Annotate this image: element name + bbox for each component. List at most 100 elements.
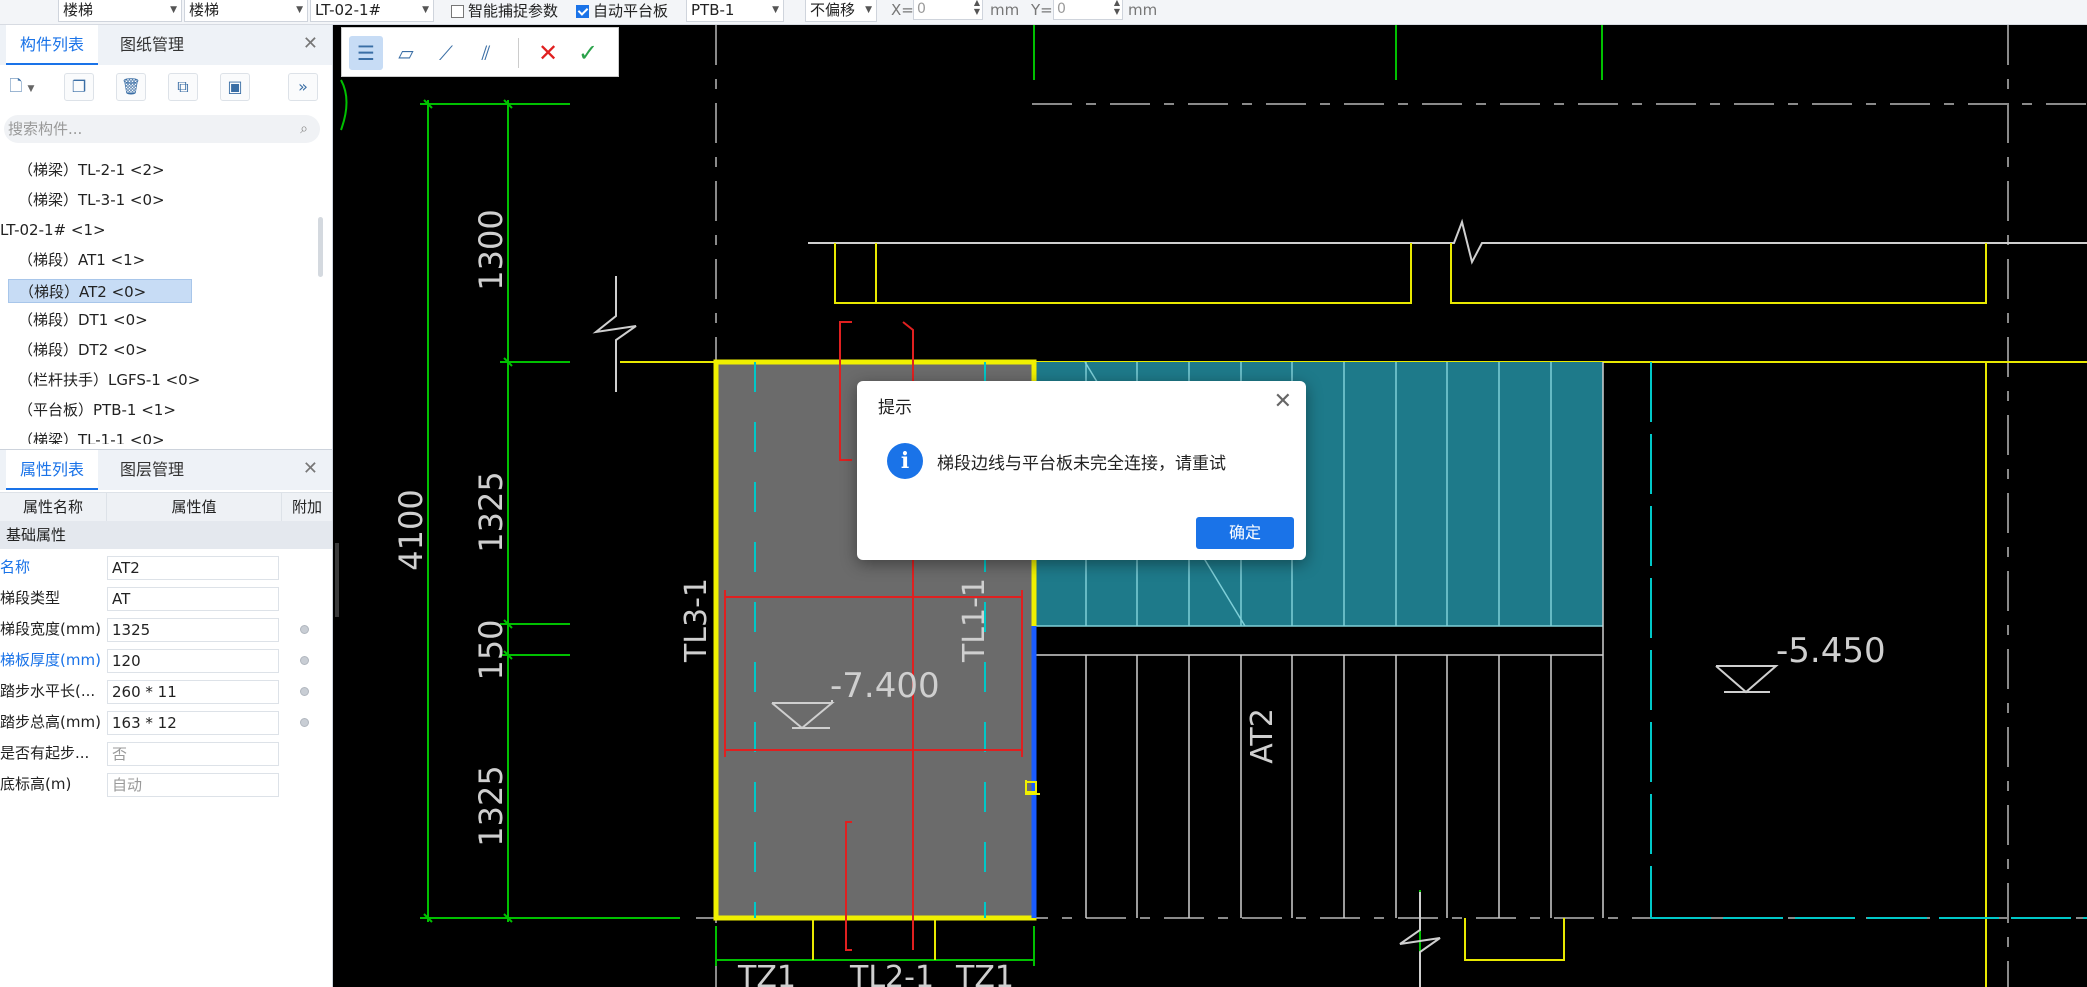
attach-dot-icon[interactable] <box>300 718 309 727</box>
property-value-input[interactable]: AT <box>107 587 279 611</box>
dialog-close-icon[interactable]: ✕ <box>1274 389 1292 414</box>
property-group-basic[interactable]: 基础属性 <box>0 521 332 549</box>
alert-dialog: 提示 ✕ i 梯段边线与平台板未完全连接，请重试 确定 <box>857 381 1306 560</box>
property-value-input[interactable]: 否 <box>107 742 279 766</box>
chevron-down-icon: ▼ <box>865 5 872 15</box>
tab-layer-management[interactable]: 图层管理 <box>106 450 198 490</box>
tree-item[interactable]: （梯段）DT1 <0> <box>18 308 148 332</box>
tree-item[interactable]: （梯梁）TL-2-1 <2> <box>18 158 165 182</box>
attach-dot-icon[interactable] <box>300 687 309 696</box>
dim-text-1325-b: 1325 <box>472 765 510 846</box>
property-name: 底标高(m) <box>0 775 72 793</box>
property-name: 名称 <box>0 558 31 576</box>
combo-value: PTB-1 <box>691 1 735 19</box>
attach-dot-icon[interactable] <box>300 625 309 634</box>
stair-icon: ☰ <box>357 41 375 65</box>
tab-property-list[interactable]: 属性列表 <box>6 450 98 490</box>
auto-platform-checkbox[interactable]: 自动平台板 <box>576 1 668 21</box>
label-tl2-1: TL2-1 <box>849 960 934 987</box>
property-value-input[interactable]: AT2 <box>107 556 279 580</box>
tree-item-selected[interactable]: （梯段）AT2 <0> <box>8 279 192 303</box>
close-icon[interactable]: ✕ <box>303 33 318 54</box>
y-input[interactable]: 0 ▲ ▼ <box>1053 0 1123 20</box>
property-value-input[interactable]: 1325 <box>107 618 279 642</box>
dim-text-1325-a: 1325 <box>472 471 510 552</box>
property-value-input[interactable]: 260 * 11 <box>107 680 279 704</box>
info-icon: i <box>887 443 923 479</box>
label-tl3-1: TL3-1 <box>679 578 714 663</box>
property-value-input[interactable]: 自动 <box>107 773 279 797</box>
more-icon: » <box>298 77 308 96</box>
confirm-draw-button[interactable]: ✓ <box>571 36 605 70</box>
new-component-button[interactable]: 🗋 ▼ <box>0 73 44 101</box>
header-property-value: 属性值 <box>107 493 282 521</box>
search-icon: ⌕ <box>300 121 308 137</box>
dialog-ok-button[interactable]: 确定 <box>1196 517 1294 549</box>
component-type-combo[interactable]: 楼梯 ▼ <box>58 0 182 22</box>
attach-dot-icon[interactable] <box>300 656 309 665</box>
close-icon[interactable]: ✕ <box>303 458 318 479</box>
tree-item[interactable]: （平台板）PTB-1 <1> <box>18 398 176 422</box>
label-at2: AT2 <box>1245 708 1280 764</box>
auto-platform-label: 自动平台板 <box>593 2 669 20</box>
filter-component-button[interactable]: ▣ <box>220 73 250 101</box>
y-label: Y= <box>1031 1 1053 19</box>
x-input[interactable]: 0 ▲ ▼ <box>913 0 983 20</box>
draw-beam-button[interactable]: ▱ <box>389 36 423 70</box>
platform-combo[interactable]: PTB-1 ▼ <box>686 0 784 22</box>
tree-item[interactable]: （梯梁）TL-1-1 <0> <box>18 428 165 444</box>
copy-component-button[interactable]: ❐ <box>64 73 94 101</box>
label-tz1-a: TZ1 <box>737 960 796 987</box>
x-unit: mm <box>990 1 1020 19</box>
property-row: 梯段宽度(mm) 1325 <box>0 614 332 645</box>
property-name: 梯段宽度(mm) <box>0 620 101 638</box>
new-file-icon: 🗋 <box>9 76 23 95</box>
tab-component-list[interactable]: 构件列表 <box>6 25 98 65</box>
search-input[interactable]: 搜索构件... ⌕ <box>4 115 320 143</box>
tree-item[interactable]: （梯段）DT2 <0> <box>18 338 148 362</box>
offset-combo[interactable]: 不偏移 ▼ <box>805 0 877 22</box>
tree-scrollbar[interactable] <box>318 217 323 277</box>
tree-item[interactable]: （梯段）AT1 <1> <box>18 248 145 272</box>
draw-stair-button[interactable]: ☰ <box>349 36 383 70</box>
x-label: X= <box>891 1 914 19</box>
delete-component-button[interactable]: 🗑 <box>116 73 146 101</box>
tab-drawing-management[interactable]: 图纸管理 <box>106 25 198 65</box>
cancel-draw-button[interactable]: ✕ <box>531 36 565 70</box>
component-name-combo[interactable]: LT-02-1# ▼ <box>310 0 434 22</box>
smart-snap-checkbox[interactable]: 智能捕捉参数 <box>451 1 558 21</box>
duplicate-layer-button[interactable]: ⧉ <box>168 73 198 101</box>
property-value-input[interactable]: 163 * 12 <box>107 711 279 735</box>
tree-item[interactable]: LT-02-1# <1> <box>0 218 106 242</box>
draw-railing-button[interactable]: ⟋ <box>429 36 463 70</box>
property-name: 梯板厚度(mm) <box>0 651 101 669</box>
dim-text-1300: 1300 <box>472 209 510 290</box>
railing-icon: ⟋ <box>439 41 453 65</box>
smart-snap-label: 智能捕捉参数 <box>468 2 559 20</box>
header-property-name: 属性名称 <box>0 493 107 521</box>
copy-icon: ❐ <box>71 77 87 96</box>
property-row: 踏步水平长(... 260 * 11 <box>0 676 332 707</box>
checkmark-icon: ✓ <box>577 39 599 67</box>
filter-icon: ▣ <box>227 77 243 96</box>
property-name: 踏步水平长(... <box>0 682 96 700</box>
component-subtype-combo[interactable]: 楼梯 ▼ <box>184 0 308 22</box>
component-tabs: 构件列表 图纸管理 ✕ <box>0 25 332 65</box>
dialog-title: 提示 <box>878 398 912 418</box>
more-button[interactable]: » <box>288 73 318 101</box>
beam-icon: ▱ <box>398 41 414 65</box>
draw-toolbar: ☰ ▱ ⟋ ⫽ ✕ ✓ <box>341 27 619 77</box>
draw-tread-button[interactable]: ⫽ <box>469 36 503 70</box>
combo-value: 楼梯 <box>63 1 94 19</box>
component-toolbar: 🗋 ▼ ❐ 🗑 ⧉ ▣ » <box>0 65 332 109</box>
elevation-text-landing: -5.450 <box>1776 631 1886 671</box>
label-tl1-1: TL1-1 <box>957 578 992 663</box>
trash-icon: 🗑 <box>120 77 142 96</box>
property-row: 踏步总高(mm) 163 * 12 <box>0 707 332 738</box>
combo-value: 不偏移 <box>810 1 856 19</box>
tree-item[interactable]: （梯梁）TL-3-1 <0> <box>18 188 165 212</box>
property-value-input[interactable]: 120 <box>107 649 279 673</box>
property-row: 梯板厚度(mm) 120 <box>0 645 332 676</box>
layers-icon: ⧉ <box>177 77 189 96</box>
tree-item[interactable]: （栏杆扶手）LGFS-1 <0> <box>18 368 200 392</box>
